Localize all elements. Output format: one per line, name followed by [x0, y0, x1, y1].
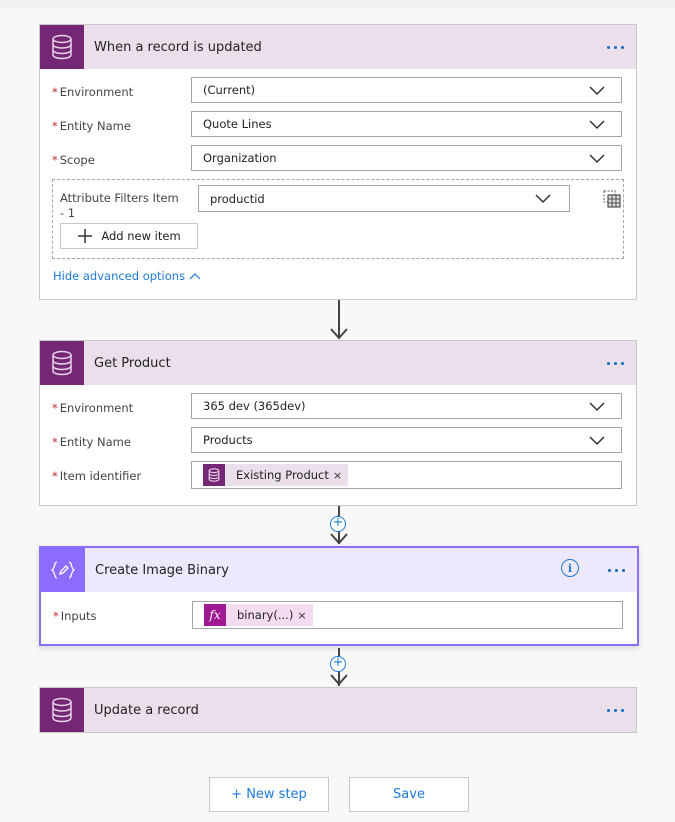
add-new-item-label: Add new item	[101, 229, 181, 243]
field-label: Environment	[59, 401, 134, 415]
compose-icon	[41, 548, 85, 592]
arrow-down-icon	[330, 533, 348, 545]
field-entity-name: * Entity Name Products	[40, 427, 636, 461]
field-value: productid	[210, 191, 265, 206]
update-record-card[interactable]: Update a record	[39, 687, 637, 733]
card-title: When a record is updated	[94, 39, 262, 55]
trigger-card: When a record is updated * Environment (C…	[39, 24, 637, 300]
field-entity-name: * Entity Name Quote Lines	[40, 111, 636, 145]
inputs-field[interactable]: fx binary(...) ×	[192, 601, 623, 629]
field-label: Entity Name	[59, 435, 131, 449]
required-marker: *	[53, 609, 59, 623]
scope-dropdown[interactable]: Organization	[191, 145, 622, 171]
hide-advanced-options-label: Hide advanced options	[53, 269, 186, 283]
more-options-icon[interactable]	[608, 548, 625, 592]
database-icon	[40, 341, 84, 385]
field-label: Item identifier	[59, 469, 142, 483]
fx-icon: fx	[204, 604, 226, 626]
database-icon	[40, 688, 84, 732]
new-step-button[interactable]: + New step	[209, 777, 329, 812]
get-product-card: Get Product * Environment 365 dev (365dev…	[39, 340, 637, 506]
field-inputs: * Inputs fx binary(...) ×	[41, 601, 637, 635]
field-value: 365 dev (365dev)	[203, 399, 306, 413]
token-label: binary(...)	[237, 608, 294, 622]
entity-name-dropdown[interactable]: Quote Lines	[191, 111, 622, 137]
delete-item-icon[interactable]	[603, 190, 621, 208]
required-marker: *	[52, 153, 58, 167]
arrow-down-icon	[330, 674, 348, 686]
expression-token[interactable]: fx binary(...) ×	[204, 604, 313, 626]
field-environment: * Environment 365 dev (365dev)	[40, 393, 636, 427]
environment-dropdown[interactable]: (Current)	[191, 77, 622, 103]
required-marker: *	[52, 85, 58, 99]
required-marker: *	[52, 469, 58, 483]
field-value: Quote Lines	[203, 117, 272, 131]
card-title: Get Product	[94, 355, 171, 371]
chevron-up-icon	[189, 273, 201, 280]
entity-name-dropdown[interactable]: Products	[191, 427, 622, 453]
field-environment: * Environment (Current)	[40, 77, 636, 111]
trigger-card-header[interactable]: When a record is updated	[40, 25, 636, 69]
top-band	[0, 0, 675, 8]
more-options-icon[interactable]	[607, 341, 624, 385]
remove-token-icon[interactable]: ×	[297, 609, 306, 622]
database-icon	[203, 464, 225, 486]
field-label: Scope	[59, 153, 95, 167]
remove-token-icon[interactable]: ×	[333, 469, 342, 482]
arrow-down-icon	[330, 328, 348, 340]
dynamic-content-token[interactable]: Existing Product ×	[203, 464, 349, 486]
update-record-card-header[interactable]: Update a record	[40, 688, 636, 732]
add-new-item-button[interactable]: Add new item	[60, 223, 198, 249]
required-marker: *	[52, 119, 58, 133]
field-scope: * Scope Organization	[40, 145, 636, 179]
field-label: Inputs	[60, 609, 97, 623]
field-item-identifier: * Item identifier Existing Product ×	[40, 461, 636, 495]
create-image-binary-card-header[interactable]: Create Image Binary i	[41, 548, 637, 592]
required-marker: *	[52, 401, 58, 415]
hide-advanced-options-link[interactable]: Hide advanced options	[53, 269, 201, 283]
attribute-filters-group: Attribute Filters Item - 1 productid Add…	[52, 179, 624, 259]
info-icon[interactable]: i	[561, 559, 579, 577]
insert-step-button[interactable]: +	[330, 516, 346, 532]
chevron-down-icon	[589, 154, 605, 164]
field-value: (Current)	[203, 83, 256, 97]
required-marker: *	[52, 435, 58, 449]
attribute-filters-label: Attribute Filters Item - 1	[60, 191, 179, 220]
chevron-down-icon	[589, 402, 605, 412]
field-value: Products	[203, 433, 253, 447]
insert-step-button[interactable]: +	[330, 656, 346, 672]
card-title: Update a record	[94, 702, 199, 718]
save-button[interactable]: Save	[349, 777, 469, 812]
more-options-icon[interactable]	[607, 25, 624, 69]
chevron-down-icon	[535, 194, 551, 204]
item-identifier-input[interactable]: Existing Product ×	[191, 461, 622, 489]
database-icon	[40, 25, 84, 69]
attribute-filter-dropdown[interactable]: productid	[198, 185, 570, 212]
field-label: Entity Name	[59, 119, 131, 133]
more-options-icon[interactable]	[607, 688, 624, 732]
card-title: Create Image Binary	[95, 562, 229, 578]
create-image-binary-card: Create Image Binary i * Inputs fx binary(…	[39, 546, 639, 646]
environment-dropdown[interactable]: 365 dev (365dev)	[191, 393, 622, 419]
chevron-down-icon	[589, 86, 605, 96]
plus-icon	[78, 229, 93, 243]
get-product-card-header[interactable]: Get Product	[40, 341, 636, 385]
chevron-down-icon	[589, 120, 605, 130]
token-label: Existing Product	[236, 468, 329, 482]
chevron-down-icon	[589, 436, 605, 446]
field-label: Environment	[59, 85, 134, 99]
field-value: Organization	[203, 151, 277, 165]
